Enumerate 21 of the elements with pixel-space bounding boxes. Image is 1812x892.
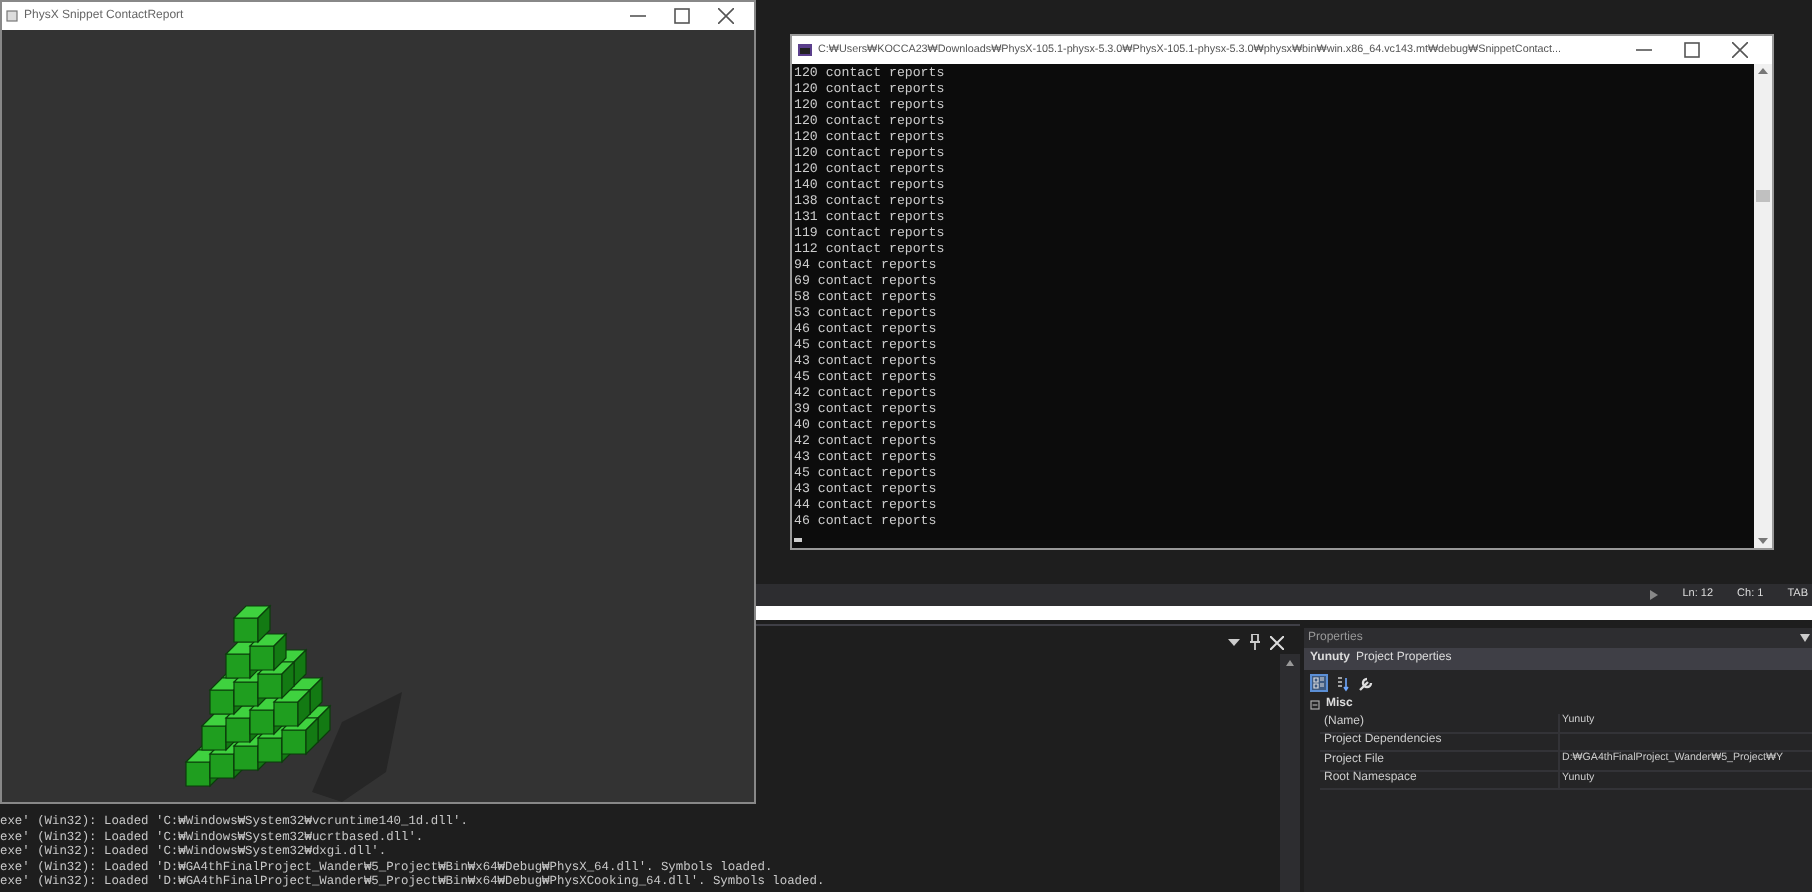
dropdown-icon[interactable]: [1228, 636, 1240, 648]
maximize-icon[interactable]: [1684, 42, 1700, 58]
close-icon[interactable]: [718, 8, 734, 24]
app-icon: [6, 10, 18, 22]
scroll-down-icon[interactable]: [1758, 538, 1768, 544]
scrollbar[interactable]: [1280, 654, 1300, 892]
categorized-icon[interactable]: [1310, 674, 1328, 692]
wrench-icon[interactable]: [1358, 675, 1374, 691]
console-icon: [798, 44, 812, 56]
sort-icon[interactable]: [1336, 675, 1350, 691]
scroll-up-icon[interactable]: [1286, 660, 1294, 666]
scrollbar[interactable]: [1754, 64, 1772, 548]
close-icon[interactable]: [1732, 42, 1748, 58]
scroll-thumb[interactable]: [1756, 190, 1770, 202]
scroll-up-icon[interactable]: [1758, 68, 1768, 74]
play-icon[interactable]: [1650, 590, 1659, 600]
text-cursor: [794, 538, 802, 542]
maximize-icon[interactable]: [674, 8, 690, 24]
dropdown-icon[interactable]: [1800, 634, 1810, 642]
pin-icon[interactable]: [1250, 634, 1260, 650]
collapse-icon[interactable]: [1310, 700, 1320, 710]
